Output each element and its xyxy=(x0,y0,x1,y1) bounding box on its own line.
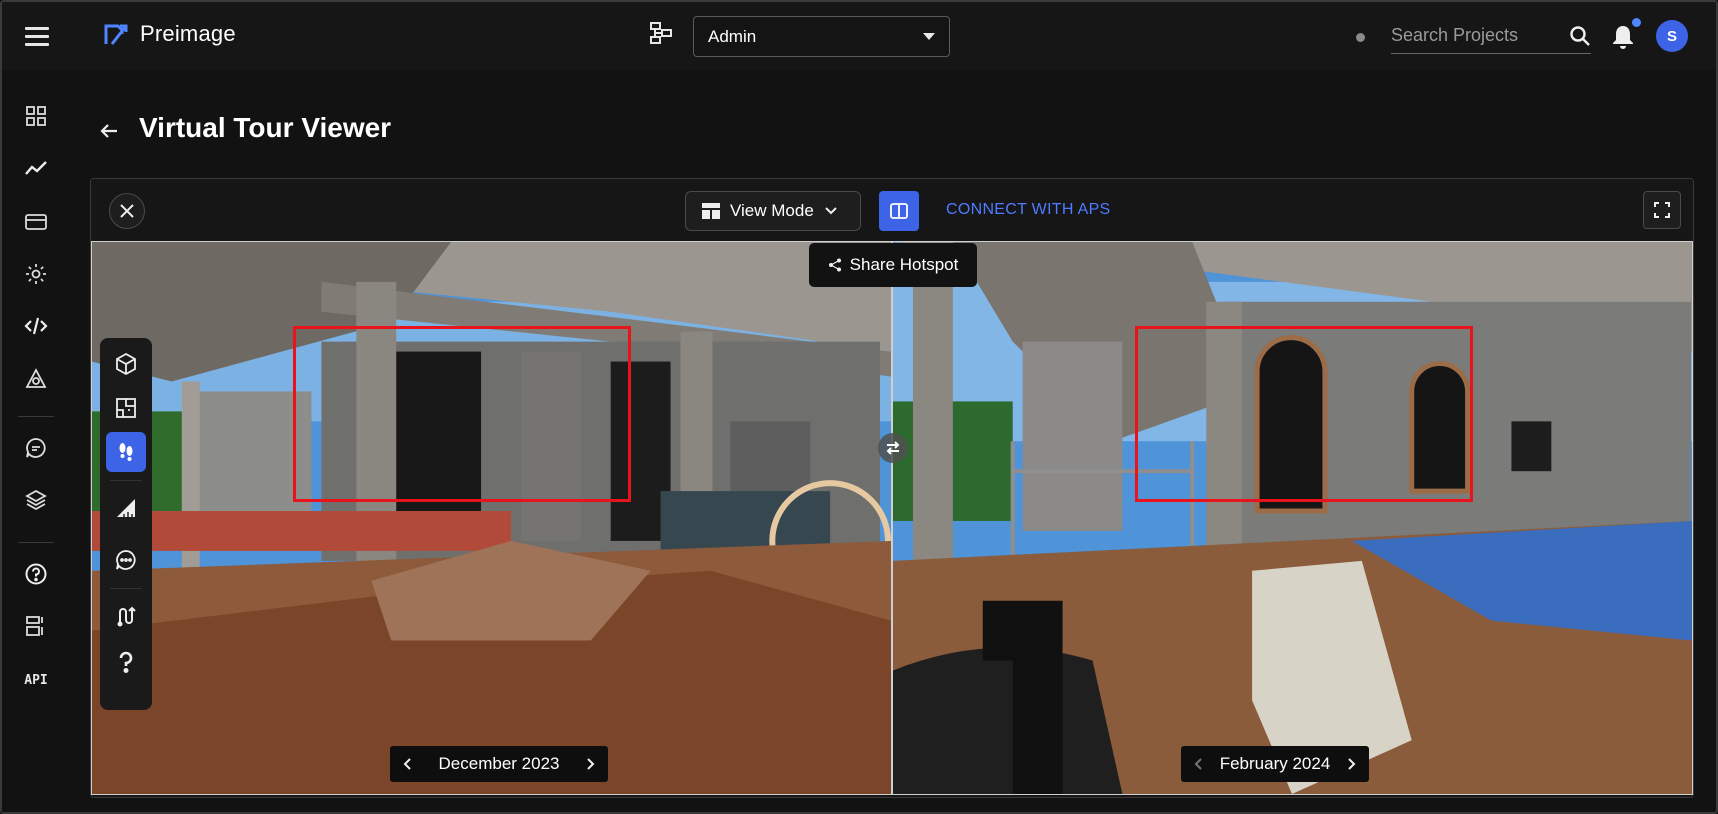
gear-icon xyxy=(26,264,46,284)
search-input[interactable] xyxy=(1391,25,1561,46)
chat-icon xyxy=(26,438,46,458)
organization-select-value: Admin xyxy=(708,26,757,46)
footsteps-icon xyxy=(119,443,133,461)
integrations-icon xyxy=(25,368,47,388)
code-icon xyxy=(24,317,48,335)
left-sidebar: API xyxy=(2,70,70,812)
comment-icon xyxy=(116,550,136,570)
tool-measure[interactable] xyxy=(106,488,146,528)
construction-scene-left xyxy=(92,242,891,794)
layout-icon xyxy=(702,203,720,219)
swap-icon xyxy=(886,441,900,455)
back-arrow-icon[interactable] xyxy=(98,120,120,142)
nav-divider xyxy=(18,416,54,417)
user-avatar[interactable]: S xyxy=(1656,20,1688,52)
connect-aps-link[interactable]: CONNECT WITH APS xyxy=(946,201,1111,219)
notification-badge xyxy=(1632,18,1641,27)
nav-dashboard[interactable] xyxy=(22,102,50,130)
floorplan-icon xyxy=(116,398,136,418)
chevron-left-icon[interactable] xyxy=(1193,758,1205,770)
fullscreen-button[interactable] xyxy=(1643,191,1681,229)
tool-divider xyxy=(110,480,142,481)
share-hotspot-button[interactable]: Share Hotspot xyxy=(809,243,977,287)
nav-help[interactable] xyxy=(22,560,50,588)
caret-down-icon xyxy=(923,33,935,40)
fullscreen-icon xyxy=(1654,202,1670,218)
path-icon xyxy=(117,606,136,627)
swap-divider-handle[interactable] xyxy=(878,433,908,463)
panorama-right[interactable]: February 2024 xyxy=(892,241,1693,795)
org-structure-icon xyxy=(650,22,672,44)
notification-bell-icon[interactable] xyxy=(1611,24,1635,50)
chevron-right-icon[interactable] xyxy=(584,758,596,770)
chevron-left-icon[interactable] xyxy=(402,758,414,770)
preimage-logo-icon xyxy=(104,24,128,45)
tool-3d-view[interactable] xyxy=(106,344,146,384)
tool-path[interactable] xyxy=(106,596,146,636)
organization-select[interactable]: Admin xyxy=(693,16,950,57)
menu-icon[interactable] xyxy=(22,22,52,52)
panorama-left[interactable]: December 2023 xyxy=(91,241,892,795)
nav-divider xyxy=(18,542,54,543)
tool-panel xyxy=(100,338,152,710)
search-bar xyxy=(1391,18,1591,54)
close-viewer-button[interactable] xyxy=(109,193,145,229)
top-bar: Preimage Admin S xyxy=(2,2,1716,70)
nav-forms[interactable] xyxy=(22,612,50,640)
forms-icon xyxy=(26,616,43,636)
app-name: Preimage xyxy=(140,21,236,46)
tour-viewer: View Mode CONNECT WITH APS December 2023… xyxy=(90,178,1694,798)
share-icon xyxy=(828,258,841,272)
analytics-icon xyxy=(25,161,47,175)
api-label: API xyxy=(24,672,48,688)
tool-help[interactable] xyxy=(106,642,146,682)
split-view-button[interactable] xyxy=(879,191,919,231)
page-title: Virtual Tour Viewer xyxy=(139,112,392,143)
nav-analytics[interactable] xyxy=(22,154,50,182)
nav-chat[interactable] xyxy=(22,434,50,462)
help-icon xyxy=(25,563,47,585)
app-logo[interactable]: Preimage xyxy=(102,20,236,48)
tool-walkthrough[interactable] xyxy=(106,432,146,472)
construction-scene-right xyxy=(893,242,1692,794)
layers-icon xyxy=(25,489,47,511)
date-selector-right: February 2024 xyxy=(1181,746,1369,782)
highlight-box-right xyxy=(1135,326,1473,502)
status-indicator xyxy=(1356,33,1365,42)
nav-settings[interactable] xyxy=(22,260,50,288)
viewer-toolbar: View Mode CONNECT WITH APS xyxy=(91,179,1693,239)
nav-billing[interactable] xyxy=(22,208,50,236)
nav-developer[interactable] xyxy=(22,312,50,340)
nav-api[interactable]: API xyxy=(22,666,50,694)
date-selector-left: December 2023 xyxy=(390,746,608,782)
view-mode-label: View Mode xyxy=(730,201,814,220)
chevron-down-icon xyxy=(825,207,837,215)
tool-divider xyxy=(110,588,142,589)
dashboard-icon xyxy=(26,106,46,126)
tool-floorplan[interactable] xyxy=(106,388,146,428)
highlight-box-left xyxy=(293,326,631,502)
nav-layers[interactable] xyxy=(22,486,50,514)
nav-integrations[interactable] xyxy=(22,366,50,394)
share-hotspot-label: Share Hotspot xyxy=(849,255,959,274)
question-icon xyxy=(119,651,133,673)
chevron-right-icon[interactable] xyxy=(1345,758,1357,770)
date-label-right: February 2024 xyxy=(1219,754,1331,773)
search-icon[interactable] xyxy=(1569,25,1591,47)
cube-icon xyxy=(116,352,136,376)
billing-icon xyxy=(25,214,47,230)
tool-comment[interactable] xyxy=(106,540,146,580)
close-icon xyxy=(120,204,134,218)
date-label-left: December 2023 xyxy=(438,754,560,773)
view-mode-dropdown[interactable]: View Mode xyxy=(685,191,861,231)
measure-icon xyxy=(117,499,135,517)
split-view-icon xyxy=(890,203,908,219)
